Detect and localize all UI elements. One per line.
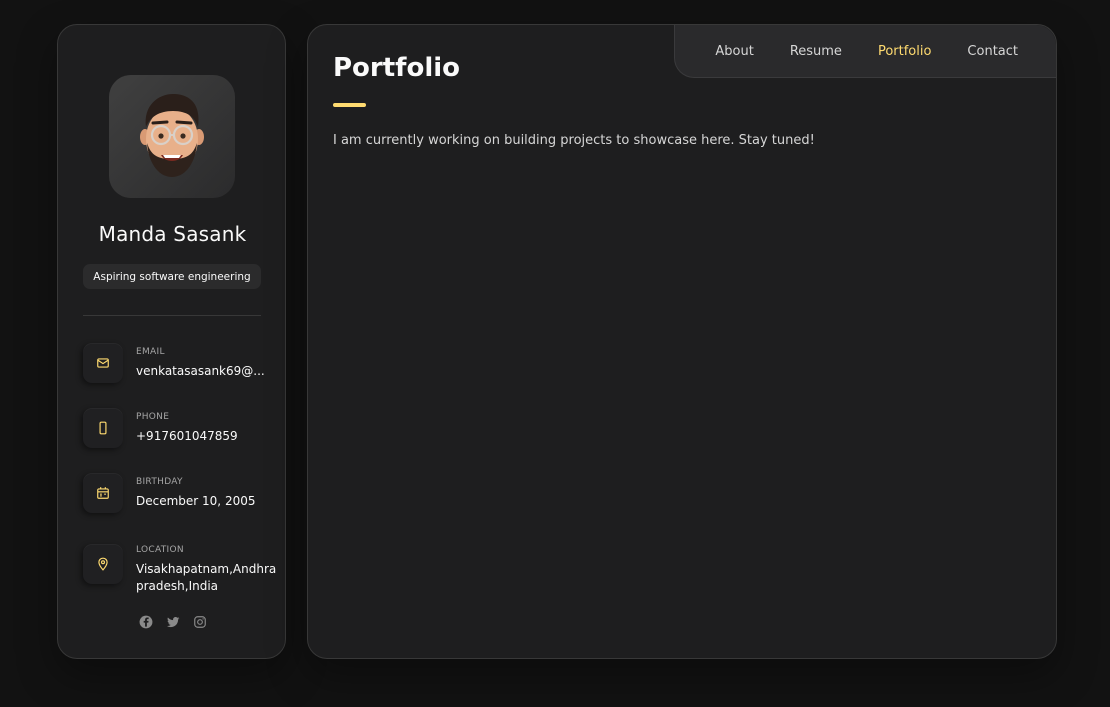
phone-link[interactable]: +917601047859 (136, 428, 276, 445)
phone-icon-box (83, 408, 123, 448)
location-value: Visakhapatnam,Andhra pradesh,India (136, 562, 277, 593)
portfolio-message: I am currently working on building proje… (333, 133, 815, 148)
page: Manda Sasank Aspiring software engineeri… (0, 0, 1110, 707)
contact-label: BIRTHDAY (136, 477, 183, 487)
birthday-value: December 10, 2005 (136, 494, 256, 508)
contact-email: EMAIL venkatasasank69@... (83, 343, 278, 387)
twitter-icon[interactable] (166, 615, 180, 629)
email-link[interactable]: venkatasasank69@... (136, 363, 276, 380)
contact-label: PHONE (136, 412, 170, 422)
main-content-panel: About Resume Portfolio Contact Portfolio… (307, 24, 1057, 659)
top-navbar: About Resume Portfolio Contact (674, 25, 1056, 78)
mail-icon-box (83, 343, 123, 383)
memoji-avatar-icon (140, 93, 204, 177)
title-underline (333, 103, 366, 107)
facebook-icon[interactable] (139, 615, 153, 629)
nav-contact[interactable]: Contact (967, 44, 1018, 59)
calendar-icon-box (83, 473, 123, 513)
contact-birthday: BIRTHDAY December 10, 2005 (83, 473, 278, 517)
sidebar-separator (83, 315, 261, 316)
mail-icon (97, 358, 109, 368)
profile-title-badge: Aspiring software engineering (83, 264, 261, 289)
contact-label: LOCATION (136, 545, 184, 555)
location-pin-icon (98, 557, 108, 571)
contact-location: LOCATION Visakhapatnam,Andhra pradesh,In… (83, 541, 278, 593)
contact-label: EMAIL (136, 347, 165, 357)
phone-icon (99, 421, 107, 435)
nav-about[interactable]: About (715, 44, 753, 59)
profile-name: Manda Sasank (98, 222, 247, 246)
social-links (58, 615, 287, 629)
contact-phone: PHONE +917601047859 (83, 408, 278, 452)
page-title: Portfolio (333, 53, 461, 83)
nav-portfolio[interactable]: Portfolio (878, 44, 931, 59)
profile-sidebar: Manda Sasank Aspiring software engineeri… (57, 24, 286, 659)
instagram-icon[interactable] (193, 615, 207, 629)
avatar (109, 75, 235, 198)
location-icon-box (83, 544, 123, 584)
calendar-icon (97, 487, 109, 499)
nav-resume[interactable]: Resume (790, 44, 842, 59)
